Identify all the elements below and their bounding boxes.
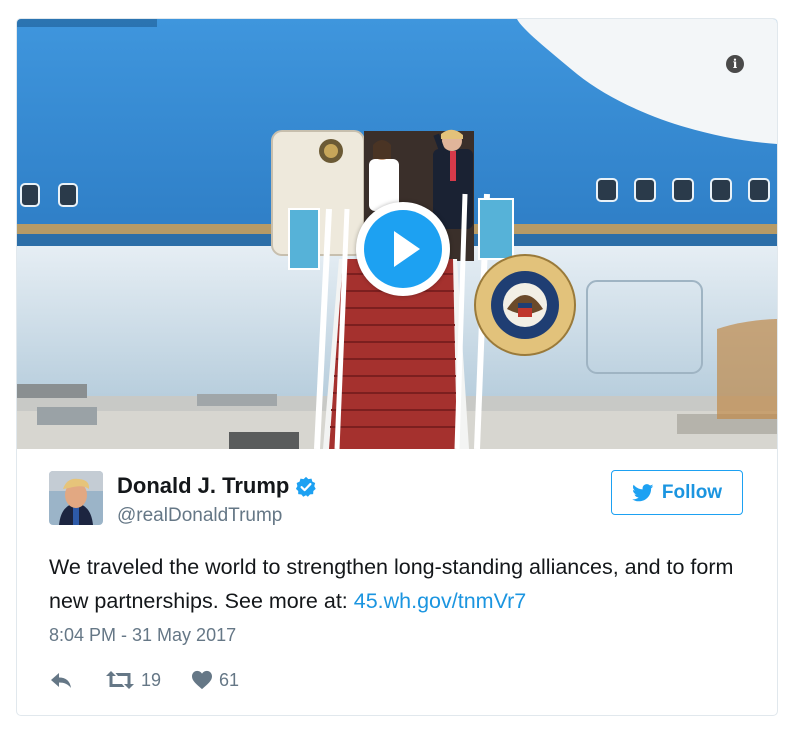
twitter-bird-icon [632, 483, 654, 501]
author-handle[interactable]: @realDonaldTrump [117, 505, 282, 527]
tweet-timestamp[interactable]: 8:04 PM - 31 May 2017 [49, 625, 236, 646]
play-icon [364, 210, 442, 288]
like-icon [192, 670, 213, 690]
tweet-text: We traveled the world to strengthen long… [49, 550, 749, 618]
author-name-text[interactable]: Donald J. Trump [117, 473, 289, 498]
tweet-card: i Donald J. Trump @realDonaldTrump Follo… [16, 18, 778, 716]
play-button[interactable] [356, 202, 450, 296]
retweet-button[interactable]: 19 [105, 670, 161, 691]
follow-label: Follow [661, 481, 723, 503]
like-count: 61 [219, 669, 240, 690]
retweet-count: 19 [141, 669, 162, 690]
reply-button[interactable] [49, 670, 73, 690]
verified-badge-icon [296, 477, 317, 497]
retweet-icon [106, 671, 134, 689]
tweet-media-video[interactable]: i [17, 19, 777, 449]
info-icon[interactable]: i [726, 55, 744, 73]
presidential-seal [474, 254, 576, 356]
like-button[interactable]: 61 [191, 670, 239, 691]
tweet-actions: 19 61 [49, 665, 239, 695]
author-name[interactable]: Donald J. Trump [117, 473, 317, 499]
follow-button[interactable]: Follow [611, 470, 743, 515]
tweet-link[interactable]: 45.wh.gov/tnmVr7 [354, 589, 526, 613]
reply-icon [51, 673, 71, 688]
avatar[interactable] [49, 471, 103, 525]
